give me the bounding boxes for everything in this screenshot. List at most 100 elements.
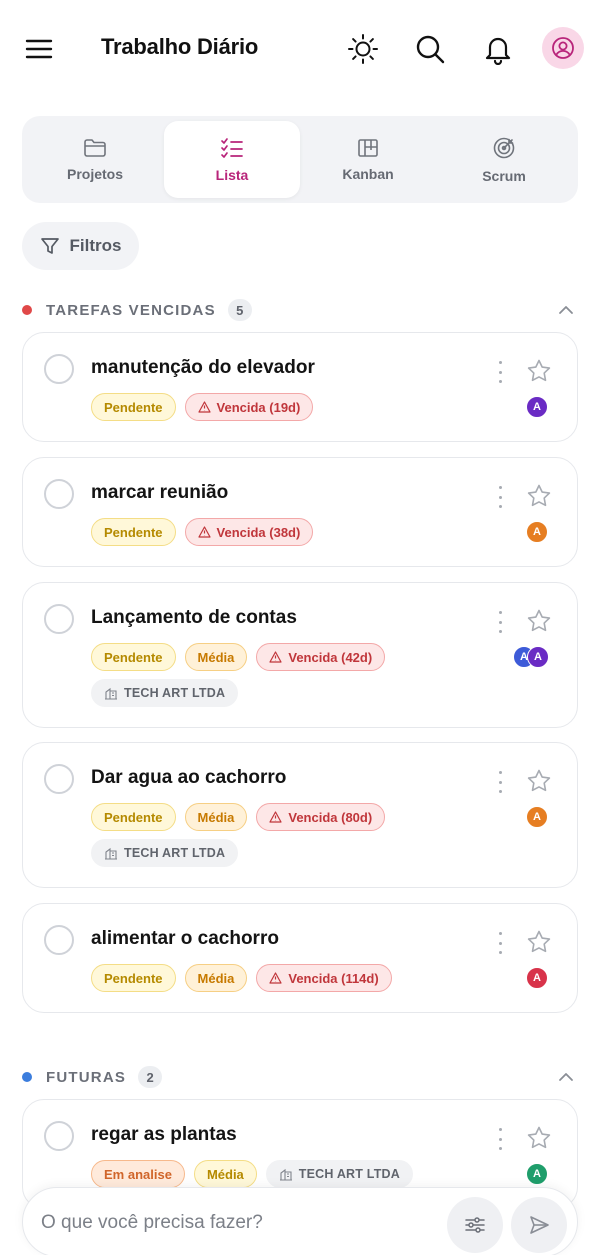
task-checkbox[interactable]: [44, 764, 74, 794]
task-composer: [22, 1187, 578, 1255]
star-icon[interactable]: [526, 483, 552, 509]
priority-badge: Média: [184, 964, 248, 992]
filter-label: Filtros: [69, 236, 122, 255]
task-checkbox[interactable]: [44, 1121, 74, 1151]
filter-icon: [40, 238, 59, 254]
star-icon[interactable]: [526, 358, 552, 384]
overdue-badge: Vencida (114d): [256, 964, 392, 992]
company-badge: TECH ART LTDA: [265, 1160, 413, 1188]
checklist-icon: [221, 137, 243, 158]
search-icon[interactable]: [411, 30, 449, 68]
bell-icon[interactable]: [479, 30, 517, 68]
overdue-badge: Vencida (19d): [184, 393, 314, 421]
target-icon: [493, 137, 515, 158]
avatar: A: [526, 1163, 548, 1185]
priority-badge: Média: [193, 1160, 257, 1188]
avatar: A: [526, 806, 548, 828]
company-badge: TECH ART LTDA: [91, 839, 239, 867]
sun-icon[interactable]: [344, 30, 382, 68]
more-options-icon[interactable]: [495, 611, 505, 633]
star-icon[interactable]: [526, 1125, 552, 1151]
task-tags: Em analise Média TECH ART LTDA: [91, 1160, 413, 1188]
company-row: TECH ART LTDA: [91, 679, 239, 707]
sliders-icon: [465, 1217, 485, 1233]
task-tags: Pendente Média Vencida (42d): [91, 643, 386, 671]
task-tags: Pendente Média Vencida (114d): [91, 964, 392, 992]
tab-label: Projetos: [66, 165, 123, 182]
view-tabs: Projetos Lista Kanban Scrum: [22, 116, 578, 203]
chevron-up-icon[interactable]: [556, 1067, 576, 1087]
more-options-icon[interactable]: [495, 1128, 505, 1150]
task-card[interactable]: Lançamento de contas Pendente Média Venc…: [22, 582, 578, 728]
new-task-input[interactable]: [41, 1208, 441, 1238]
page-title: Trabalho Diário: [101, 34, 259, 59]
task-checkbox[interactable]: [44, 479, 74, 509]
tab-scrum[interactable]: Scrum: [436, 121, 572, 198]
send-button[interactable]: [511, 1197, 567, 1253]
overdue-label: Vencida (38d): [216, 524, 301, 540]
options-button[interactable]: [447, 1197, 503, 1253]
user-avatar-icon[interactable]: [542, 27, 584, 69]
warning-icon: [269, 651, 282, 663]
building-icon: [105, 847, 117, 860]
building-icon: [105, 687, 117, 700]
task-title: Lançamento de contas: [91, 607, 297, 628]
task-title: Dar agua ao cachorro: [91, 767, 287, 788]
star-icon[interactable]: [526, 929, 552, 955]
tab-projetos[interactable]: Projetos: [27, 121, 163, 198]
folder-icon: [84, 138, 106, 157]
task-card[interactable]: alimentar o cachorro Pendente Média Venc…: [22, 903, 578, 1013]
star-icon[interactable]: [526, 768, 552, 794]
task-tags: Pendente Vencida (38d): [91, 518, 314, 546]
tab-kanban[interactable]: Kanban: [300, 121, 436, 198]
building-icon: [279, 1168, 292, 1181]
star-icon[interactable]: [526, 608, 552, 634]
task-title: marcar reunião: [91, 482, 229, 503]
more-options-icon[interactable]: [495, 486, 505, 508]
task-title: manutenção do elevador: [91, 357, 315, 378]
app-header: Trabalho Diário: [0, 0, 600, 98]
section-future-header[interactable]: FUTURAS 2: [22, 1065, 578, 1089]
priority-badge: Média: [184, 803, 248, 831]
tab-label: Lista: [215, 166, 249, 183]
warning-icon: [197, 526, 211, 538]
more-options-icon[interactable]: [495, 932, 505, 954]
avatar: A: [526, 967, 548, 989]
tab-label: Scrum: [482, 167, 526, 184]
task-tags: Pendente Média Vencida (80d): [91, 803, 386, 831]
kanban-icon: [358, 138, 378, 157]
filter-button[interactable]: Filtros: [22, 222, 139, 270]
avatar: A: [526, 396, 548, 418]
overdue-label: Vencida (80d): [288, 809, 373, 825]
more-options-icon[interactable]: [495, 361, 505, 383]
task-card[interactable]: manutenção do elevador Pendente Vencida …: [22, 332, 578, 442]
section-count-badge: 5: [227, 299, 252, 321]
section-overdue-header[interactable]: TAREFAS VENCIDAS 5: [22, 298, 578, 322]
more-options-icon[interactable]: [495, 771, 505, 793]
task-checkbox[interactable]: [44, 925, 74, 955]
section-title: FUTURAS: [46, 1068, 127, 1086]
avatar: A: [526, 521, 548, 543]
task-card[interactable]: marcar reunião Pendente Vencida (38d) A: [22, 457, 578, 567]
status-badge: Pendente: [91, 643, 176, 671]
status-badge: Pendente: [91, 964, 176, 992]
section-title: TAREFAS VENCIDAS: [46, 301, 216, 319]
company-row: TECH ART LTDA: [91, 839, 239, 867]
status-dot: [22, 305, 32, 315]
menu-icon[interactable]: [24, 34, 54, 64]
priority-badge: Média: [184, 643, 248, 671]
overdue-label: Vencida (42d): [288, 649, 373, 665]
tab-lista[interactable]: Lista: [164, 121, 300, 198]
task-checkbox[interactable]: [44, 354, 74, 384]
overdue-label: Vencida (114d): [288, 970, 379, 986]
task-checkbox[interactable]: [44, 604, 74, 634]
company-badge: TECH ART LTDA: [91, 679, 239, 707]
avatar: A: [527, 646, 549, 668]
section-count-badge: 2: [138, 1066, 163, 1088]
task-tags: Pendente Vencida (19d): [91, 393, 314, 421]
overdue-badge: Vencida (80d): [256, 803, 386, 831]
task-title: regar as plantas: [91, 1124, 237, 1145]
task-card[interactable]: Dar agua ao cachorro Pendente Média Venc…: [22, 742, 578, 888]
company-label: TECH ART LTDA: [298, 1167, 400, 1181]
chevron-up-icon[interactable]: [556, 300, 576, 320]
